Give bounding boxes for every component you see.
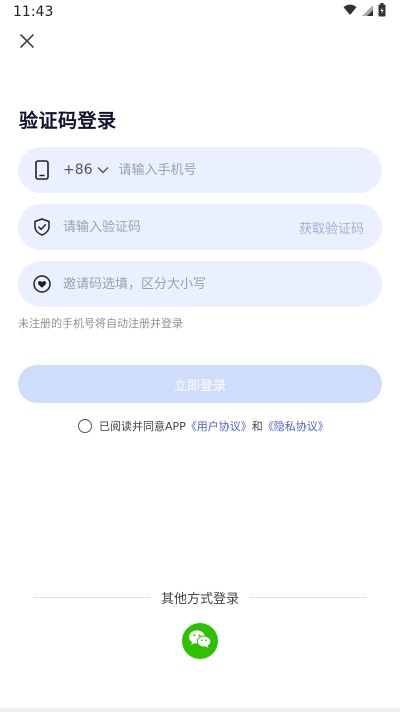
invite-field — [18, 261, 382, 307]
close-button[interactable] — [16, 32, 38, 54]
signal-icon — [362, 4, 373, 20]
user-agreement-link[interactable]: 《用户协议》 — [186, 418, 252, 434]
code-input[interactable] — [63, 219, 299, 235]
divider-line-right — [249, 596, 368, 598]
battery-icon — [378, 3, 386, 21]
get-code-button[interactable]: 获取验证码 — [299, 218, 364, 237]
other-login-divider: 其他方式登录 — [33, 588, 368, 607]
country-code-select[interactable]: +86 — [63, 162, 109, 178]
status-time: 11:43 — [13, 4, 54, 20]
wechat-login-button[interactable] — [182, 623, 218, 659]
phone-icon — [33, 160, 51, 180]
status-bar: 11:43 — [0, 0, 400, 24]
agreement-prefix: 已阅读并同意APP — [99, 420, 186, 433]
country-code-label: +86 — [63, 162, 93, 178]
code-field: 获取验证码 — [18, 204, 382, 250]
agreement-and: 和 — [251, 420, 263, 433]
agreement-checkbox[interactable] — [78, 419, 92, 433]
divider-line-left — [33, 596, 151, 598]
heart-icon — [33, 275, 51, 293]
chevron-down-icon — [97, 162, 109, 178]
page-title: 验证码登录 — [19, 110, 117, 132]
bottom-nav-bar — [0, 708, 400, 712]
wifi-icon — [343, 4, 357, 20]
phone-field: +86 — [18, 147, 382, 193]
register-hint: 未注册的手机号将自动注册并登录 — [18, 317, 183, 330]
other-login-label: 其他方式登录 — [161, 591, 240, 607]
invite-code-input[interactable] — [63, 276, 364, 292]
status-icons — [343, 3, 386, 21]
wechat-icon — [188, 629, 212, 653]
close-icon — [19, 33, 35, 53]
login-button[interactable]: 立即登录 — [18, 365, 382, 403]
agreement-row: 已阅读并同意APP 《用户协议》 和 《隐私协议》 — [78, 418, 329, 434]
privacy-policy-link[interactable]: 《隐私协议》 — [263, 418, 329, 434]
phone-input[interactable] — [118, 162, 364, 178]
shield-icon — [33, 218, 51, 236]
